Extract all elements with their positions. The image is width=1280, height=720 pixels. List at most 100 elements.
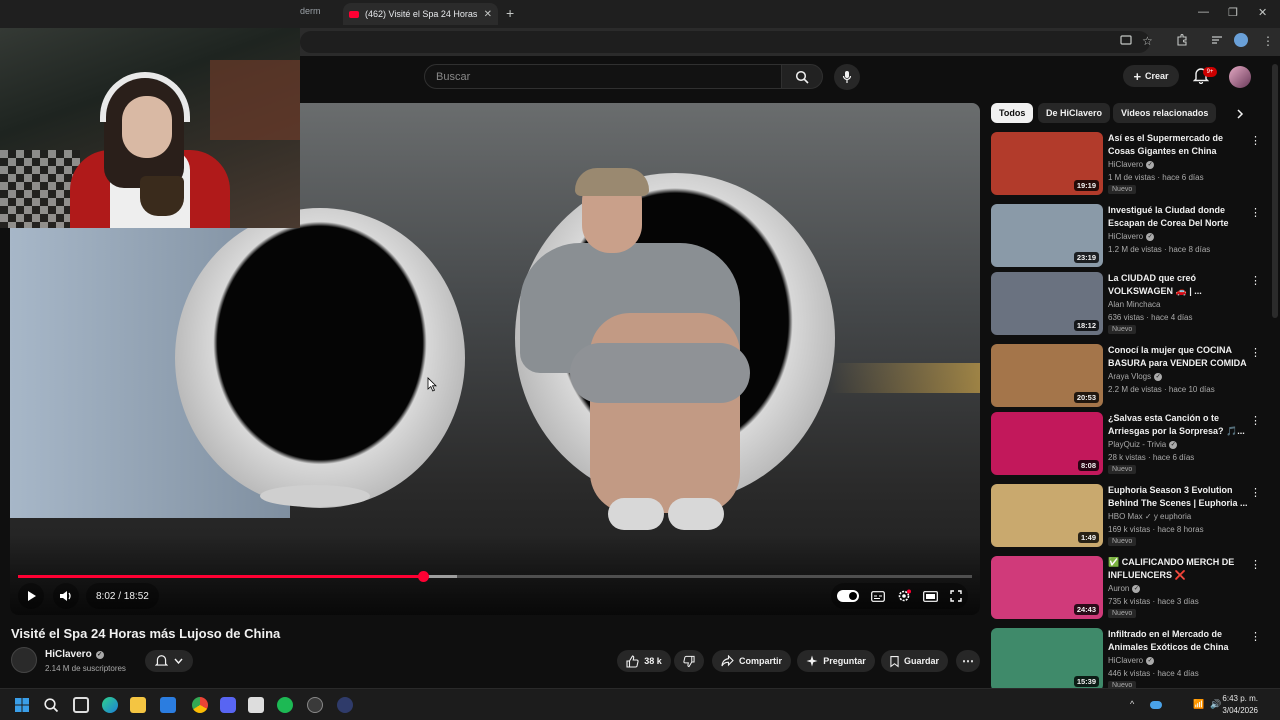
recommendation-item[interactable]: 24:43 ✅ CALIFICANDO MERCH DE INFLUENCERS … [991, 556, 1261, 620]
active-tab[interactable]: (462) Visité el Spa 24 Horas má ✕ [343, 3, 498, 25]
extensions-icon[interactable] [1176, 34, 1188, 46]
recommendation-item[interactable]: 19:19 Así es el Supermercado de Cosas Gig… [991, 132, 1261, 196]
recommendation-channel[interactable]: Auron [1108, 584, 1129, 593]
recommendation-meta: 1.2 M de vistas · hace 8 días [1108, 245, 1211, 254]
volume-button[interactable] [53, 583, 79, 609]
recommendation-thumbnail[interactable]: 23:19 [991, 204, 1103, 267]
more-actions-button[interactable]: ⋯ [956, 650, 980, 672]
spotify-icon[interactable] [277, 697, 293, 713]
recommendation-title[interactable]: Euphoria Season 3 Evolution Behind The S… [1108, 484, 1248, 510]
chip-all[interactable]: Todos [991, 103, 1034, 123]
new-tab-button[interactable]: + [506, 5, 514, 21]
obs-icon[interactable] [307, 697, 323, 713]
more-vertical-icon[interactable]: ⋮ [1250, 414, 1261, 427]
recommendation-item[interactable]: 18:12 La CIUDAD que creó VOLKSWAGEN 🚗 | .… [991, 272, 1261, 336]
previous-tab[interactable]: derm [300, 6, 321, 16]
page-scrollbar[interactable] [1272, 64, 1278, 318]
speaker-icon[interactable]: 🔊 [1210, 699, 1221, 710]
play-button[interactable] [18, 583, 44, 609]
recommendation-channel[interactable]: Araya Vlogs [1108, 372, 1151, 381]
recommendation-thumbnail[interactable]: 24:43 [991, 556, 1103, 619]
recommendation-channel[interactable]: PlayQuiz - Trivia [1108, 440, 1166, 449]
recommendation-item[interactable]: 23:19 Investigué la Ciudad donde Escapan … [991, 204, 1261, 268]
cast-icon[interactable] [1120, 34, 1132, 46]
recommendation-item[interactable]: 15:39 Infiltrado en el Mercado de Animale… [991, 628, 1261, 692]
dislike-button[interactable] [674, 650, 704, 672]
autoplay-toggle[interactable] [837, 590, 859, 602]
wifi-icon[interactable]: 📶 [1193, 699, 1204, 710]
tab-close-icon[interactable]: ✕ [484, 9, 492, 20]
recommendation-channel[interactable]: HiClavero [1108, 232, 1143, 241]
create-button[interactable]: + Crear [1123, 65, 1179, 87]
recommendation-title[interactable]: ✅ CALIFICANDO MERCH DE INFLUENCERS ❌ [1108, 556, 1248, 582]
recommendation-title[interactable]: ¿Salvas esta Canción o te Arriesgas por … [1108, 412, 1248, 438]
subtitles-icon[interactable] [871, 590, 885, 602]
recommendation-thumbnail[interactable]: 20:53 [991, 344, 1103, 407]
chip-related[interactable]: Videos relacionados [1113, 103, 1217, 123]
save-button[interactable]: Guardar [881, 650, 948, 672]
progress-bar[interactable] [18, 571, 972, 582]
settings-icon[interactable] [897, 589, 911, 603]
channel-avatar[interactable] [11, 647, 37, 673]
more-vertical-icon[interactable]: ⋮ [1250, 630, 1261, 643]
more-vertical-icon[interactable]: ⋮ [1250, 346, 1261, 359]
more-vertical-icon[interactable]: ⋮ [1250, 558, 1261, 571]
recommendation-title[interactable]: La CIUDAD que creó VOLKSWAGEN 🚗 | ... [1108, 272, 1248, 298]
channel-name-row[interactable]: HiClavero ✓ [45, 649, 104, 660]
recommendation-channel[interactable]: HiClavero [1108, 160, 1143, 169]
windows-start-icon[interactable] [14, 697, 30, 713]
chevron-right-icon[interactable] [1236, 109, 1244, 119]
tray-chevron-icon[interactable]: ^ [1130, 699, 1134, 709]
file-explorer-icon[interactable] [130, 697, 146, 713]
restore-button[interactable]: ❐ [1228, 6, 1238, 19]
recommendation-thumbnail[interactable]: 8:08 [991, 412, 1103, 475]
recommendation-channel[interactable]: HBO Max ✓ y euphoria [1108, 512, 1191, 521]
account-avatar[interactable] [1229, 66, 1251, 88]
channel-name[interactable]: HiClavero [45, 649, 92, 660]
recommendation-item[interactable]: 8:08 ¿Salvas esta Canción o te Arriesgas … [991, 412, 1261, 476]
4k-downloader-icon[interactable] [337, 697, 353, 713]
capcut-icon[interactable] [248, 697, 264, 713]
more-vertical-icon[interactable]: ⋮ [1250, 274, 1261, 287]
recommendation-thumbnail[interactable]: 15:39 [991, 628, 1103, 691]
theater-mode-icon[interactable] [923, 590, 938, 602]
chrome-browser-icon[interactable] [192, 697, 208, 713]
system-clock[interactable]: 6:43 p. m. 3/04/2026 [1222, 693, 1258, 717]
recommendation-thumbnail[interactable]: 19:19 [991, 132, 1103, 195]
more-vertical-icon[interactable]: ⋮ [1250, 486, 1261, 499]
recommendation-thumbnail[interactable]: 18:12 [991, 272, 1103, 335]
recommendation-title[interactable]: Infiltrado en el Mercado de Animales Exó… [1108, 628, 1248, 654]
minimize-button[interactable]: — [1198, 6, 1209, 18]
recommendation-item[interactable]: 1:49 Euphoria Season 3 Evolution Behind T… [991, 484, 1261, 548]
address-bar[interactable] [300, 31, 1150, 53]
task-view-icon[interactable] [73, 697, 89, 713]
onedrive-icon[interactable] [1150, 701, 1162, 709]
more-vertical-icon[interactable]: ⋮ [1250, 206, 1261, 219]
ask-button[interactable]: Preguntar [797, 650, 875, 672]
fullscreen-icon[interactable] [950, 590, 962, 602]
recommendation-channel[interactable]: HiClavero [1108, 656, 1143, 665]
recommendation-title[interactable]: Así es el Supermercado de Cosas Gigantes… [1108, 132, 1248, 158]
recommendation-title[interactable]: Conocí la mujer que COCINA BASURA para V… [1108, 344, 1248, 370]
search-input[interactable]: Buscar [424, 64, 782, 89]
microsoft-store-icon[interactable] [160, 697, 176, 713]
browser-menu-icon[interactable]: ⋮ [1262, 34, 1274, 48]
bookmark-star-icon[interactable]: ☆ [1142, 34, 1153, 48]
reading-list-icon[interactable] [1211, 34, 1223, 46]
like-button[interactable]: 38 k [617, 650, 671, 672]
subscription-notification-button[interactable] [145, 650, 193, 672]
share-button[interactable]: Compartir [712, 650, 791, 672]
close-window-button[interactable]: ✕ [1258, 6, 1267, 19]
recommendation-channel[interactable]: Alan Minchaca [1108, 300, 1160, 309]
taskbar-search-icon[interactable] [43, 697, 59, 713]
recommendation-thumbnail[interactable]: 1:49 [991, 484, 1103, 547]
profile-avatar-icon[interactable] [1234, 33, 1248, 47]
voice-search-button[interactable] [834, 64, 860, 90]
chip-from-channel[interactable]: De HiClavero [1038, 103, 1111, 123]
recommendation-item[interactable]: 20:53 Conocí la mujer que COCINA BASURA p… [991, 344, 1261, 408]
search-button[interactable] [781, 64, 823, 89]
recommendation-title[interactable]: Investigué la Ciudad donde Escapan de Co… [1108, 204, 1248, 230]
discord-icon[interactable] [220, 697, 236, 713]
edge-browser-icon[interactable] [102, 697, 118, 713]
more-vertical-icon[interactable]: ⋮ [1250, 134, 1261, 147]
